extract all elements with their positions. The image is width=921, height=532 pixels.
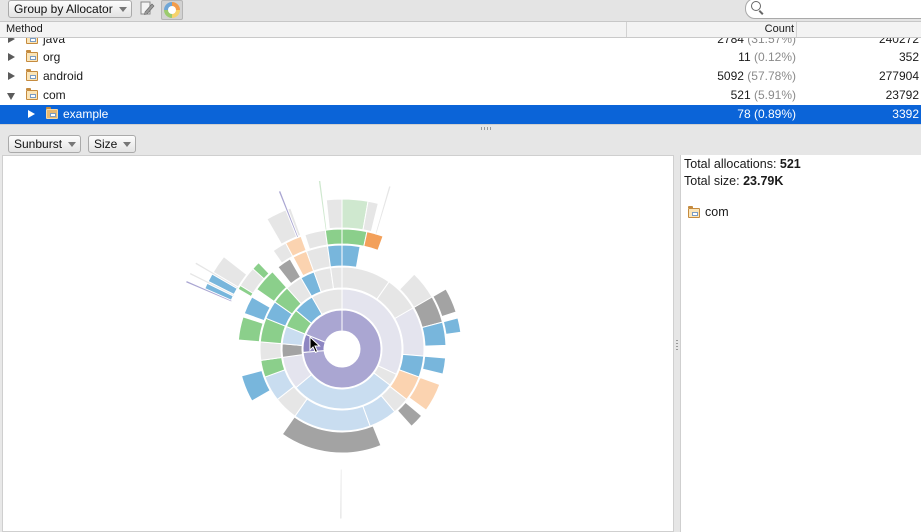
expand-triangle-icon[interactable] <box>28 110 35 118</box>
chart-type-dropdown[interactable]: Sunburst <box>8 135 82 153</box>
sunburst-panel <box>2 155 674 532</box>
edit-icon <box>140 1 155 15</box>
chevron-down-icon <box>123 142 132 147</box>
edit-button[interactable] <box>137 0 157 18</box>
row-name: android <box>43 69 84 83</box>
package-folder-icon <box>26 69 38 81</box>
allocation-tree: java 2784 (31.57%) 240272 org 11 (0.12%)… <box>0 38 921 124</box>
info-panel: Total allocations: 521 Total size: 23.79… <box>680 155 921 532</box>
metric-dropdown[interactable]: Size <box>88 135 137 153</box>
sunburst-segment[interactable] <box>341 228 368 247</box>
sunburst-view-button[interactable] <box>161 0 183 20</box>
metric-label: Size <box>94 137 118 151</box>
package-folder-icon <box>26 38 38 44</box>
sunburst-segment[interactable] <box>442 317 462 335</box>
package-folder-icon <box>688 206 700 218</box>
splitter-grip-icon <box>676 340 678 350</box>
horizontal-splitter[interactable] <box>0 124 921 132</box>
sunburst-segment[interactable] <box>341 244 361 268</box>
row-count: 78 (0.89%) <box>737 107 796 121</box>
sunburst-segment[interactable] <box>237 316 264 343</box>
tree-row-android[interactable]: android 5092 (57.78%) 277904 <box>0 67 921 86</box>
row-size: 352 <box>898 50 919 64</box>
total-allocations: Total allocations: 521 <box>684 157 801 171</box>
row-name: org <box>43 50 61 64</box>
sunburst-segment[interactable] <box>324 228 343 246</box>
search-icon <box>751 1 761 11</box>
row-size: 23792 <box>885 88 919 102</box>
sunburst-segment[interactable] <box>326 244 343 268</box>
row-count: 5092 (57.78%) <box>717 69 796 83</box>
tree-row-com[interactable]: com 521 (5.91%) 23792 <box>0 86 921 105</box>
sunburst-segment[interactable] <box>259 341 283 361</box>
expand-triangle-icon[interactable] <box>8 53 15 61</box>
sunburst-segment[interactable] <box>325 198 343 230</box>
package-folder-icon <box>46 107 58 119</box>
row-name: com <box>43 88 66 102</box>
splitter-grip-icon <box>481 127 493 130</box>
row-size: 277904 <box>878 69 919 83</box>
tree-row-org[interactable]: org 11 (0.12%) 352 <box>0 48 921 67</box>
row-count: 11 (0.12%) <box>738 50 796 64</box>
sunburst-chart-icon <box>164 2 180 18</box>
column-header: Method Count <box>0 22 921 38</box>
expand-triangle-icon[interactable] <box>8 38 15 43</box>
package-folder-icon <box>26 50 38 62</box>
group-by-label: Group by Allocator <box>14 2 113 16</box>
sunburst-segment[interactable] <box>363 231 384 251</box>
column-count[interactable]: Count <box>626 22 796 37</box>
chart-controls: Sunburst Size <box>0 132 921 155</box>
sunburst-chart[interactable] <box>3 156 673 531</box>
total-size: Total size: 23.79K <box>684 174 784 188</box>
chevron-down-icon <box>118 7 127 12</box>
chart-type-label: Sunburst <box>14 137 63 151</box>
toolbar: Group by Allocator <box>0 0 921 22</box>
mouse-cursor-icon <box>309 336 321 354</box>
chevron-down-icon <box>68 142 77 147</box>
sunburst-spike[interactable] <box>374 184 392 235</box>
selected-package-name: com <box>705 205 729 219</box>
sunburst-spike[interactable] <box>317 179 328 231</box>
tree-row-example[interactable]: example 78 (0.89%) 3392 <box>0 105 921 124</box>
sunburst-spike[interactable] <box>339 468 343 520</box>
sunburst-segment[interactable] <box>281 343 303 358</box>
search-input[interactable] <box>745 0 921 19</box>
package-folder-icon <box>26 88 38 100</box>
row-size: 3392 <box>892 107 919 121</box>
sunburst-segment[interactable] <box>421 355 447 375</box>
expand-triangle-icon[interactable] <box>8 72 15 80</box>
row-count: 521 (5.91%) <box>730 88 796 102</box>
row-name: example <box>63 107 109 121</box>
column-separator <box>796 22 797 37</box>
collapse-triangle-icon[interactable] <box>7 93 15 100</box>
column-method[interactable]: Method <box>6 22 43 37</box>
group-by-dropdown[interactable]: Group by Allocator <box>8 0 132 18</box>
